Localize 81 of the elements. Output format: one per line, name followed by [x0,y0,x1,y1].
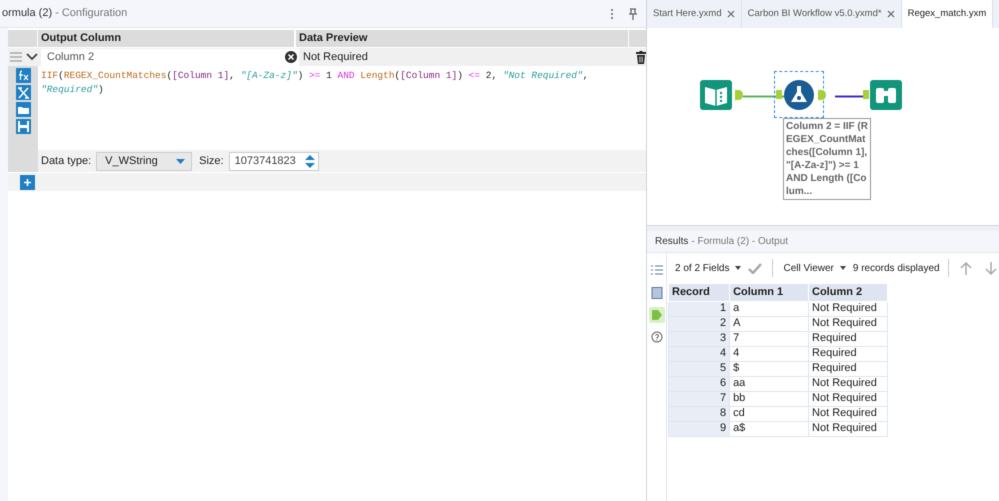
close-icon[interactable] [726,10,735,18]
record-count: 9 records displayed [852,262,940,276]
caret-icon [840,266,846,270]
table-cell: Not Required [808,406,888,421]
check-icon[interactable] [748,262,762,274]
table-cell: 4 [730,346,809,361]
side-tool[interactable] [648,285,664,301]
list-icon [650,265,662,277]
tag-icon [650,309,662,321]
panel-title: Results [655,235,688,249]
record-number: 3 [668,331,730,346]
record-number: 4 [668,346,730,361]
add-button[interactable] [20,174,35,190]
record-number: 5 [668,361,730,376]
table-cell: A [730,316,809,331]
column-header: Data Preview [299,31,368,46]
record-number: 1 [668,301,730,316]
column-header: Record [668,284,730,301]
size-spinner[interactable]: 1073741823 [228,152,319,170]
table-cell: Required [808,346,888,361]
close-icon[interactable] [886,10,895,18]
column-header: Column 2 [808,284,888,301]
side-tool[interactable] [648,329,664,345]
arrow-up-icon[interactable] [960,262,972,274]
panel-icon [650,287,662,299]
panel-subtitle: - Formula (2) - Output [691,235,788,249]
pin-icon[interactable] [628,8,638,20]
drag-handle-icon[interactable] [10,52,22,62]
table-cell: a [730,301,809,316]
record-number: 2 [668,316,730,331]
field-label: Data type: [41,154,92,169]
table-cell: Not Required [808,316,888,331]
book-icon[interactable] [700,80,732,110]
input-anchor-icon[interactable] [776,90,782,99]
table-cell: cd [730,406,809,421]
input-field[interactable]: Column 2 [41,48,299,66]
plus-icon [24,178,31,186]
function-icon[interactable] [16,68,30,83]
viewer-dropdown[interactable]: Cell Viewer [783,260,846,276]
table-cell: Not Required [808,391,888,406]
more-icon[interactable] [610,8,614,20]
table-cell: aa [730,376,809,391]
preview-value: Not Required [303,50,369,65]
clear-icon[interactable] [285,51,297,63]
caret-icon [176,158,186,164]
table-cell: Not Required [808,376,888,391]
record-number: 9 [668,421,730,436]
table-cell: Required [808,361,888,376]
panel-title: ormula (2) [2,6,52,22]
connector-line [743,95,787,98]
field-label: Size: [199,154,224,169]
annotation-box: Column 2 = IIF (REGEX_CountMatches([Column 1], "[A-Za-z]") >= 1 AND Length ([Colum... [783,118,871,200]
caret-icon [735,266,742,270]
help-icon [650,331,662,343]
trash-icon[interactable] [636,50,646,64]
type-dropdown[interactable]: V_WString [96,152,192,170]
column-header: Output Column [41,31,122,46]
chevron-down-icon[interactable] [26,53,38,61]
table-cell: a$ [730,421,809,436]
table-cell: Required [808,331,888,346]
tab[interactable]: Carbon BI Workflow v5.0.yxmd* [742,0,902,28]
tab[interactable]: Regex_match.yxm [902,0,994,28]
record-number: 6 [668,376,730,391]
record-number: 8 [668,406,730,421]
column-header: Column 1 [730,284,809,301]
save-icon[interactable] [16,119,30,134]
table-cell: $ [730,361,809,376]
panel-subtitle: - Configuration [55,6,128,22]
record-number: 7 [668,391,730,406]
table-cell: Not Required [808,301,888,316]
fields-dropdown[interactable]: 2 of 2 Fields [675,260,742,276]
input-anchor-icon[interactable] [863,90,869,99]
folder-icon[interactable] [16,102,30,117]
variable-icon[interactable] [16,85,30,100]
table-cell: Not Required [808,421,888,436]
spinner-arrows-icon[interactable] [304,154,315,168]
table-cell: 7 [730,331,809,346]
arrow-down-icon[interactable] [984,262,997,274]
table-cell: bb [730,391,809,406]
flask-icon[interactable] [783,80,815,110]
binoculars-icon[interactable] [870,80,902,110]
